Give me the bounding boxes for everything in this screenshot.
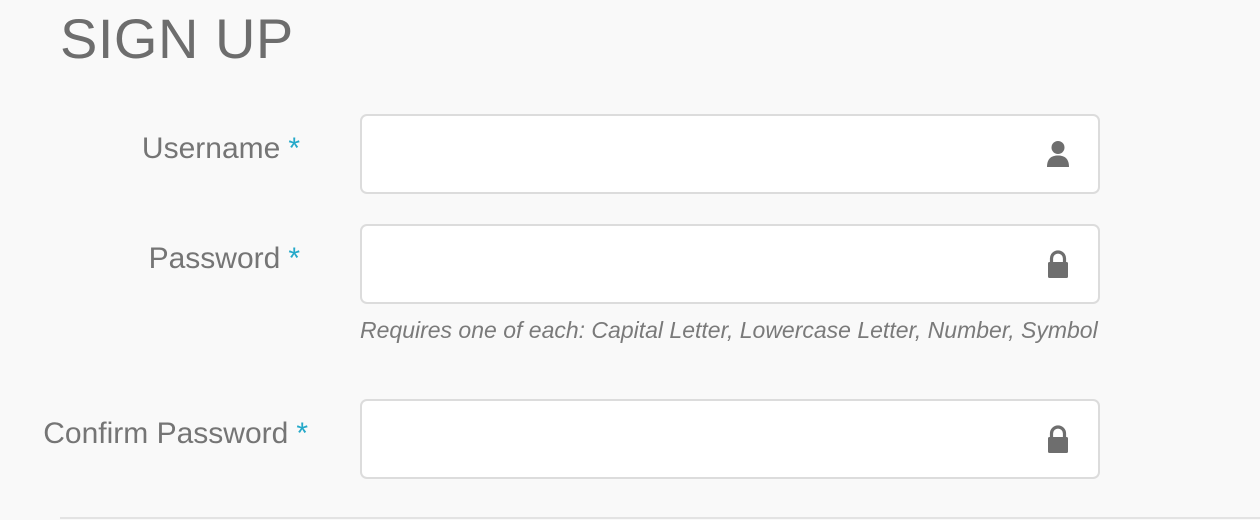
username-label-text: Username — [141, 132, 281, 165]
page-title: SIGN UP — [60, 7, 294, 70]
username-label: Username * — [142, 129, 300, 169]
username-row: Username * — [0, 114, 1260, 194]
password-label: Password * — [149, 239, 300, 279]
password-input[interactable] — [362, 226, 1098, 302]
confirm-password-label-text: Confirm Password — [43, 417, 289, 450]
username-input[interactable] — [362, 116, 1098, 192]
password-label-text: Password — [148, 242, 281, 275]
required-asterisk: * — [288, 132, 300, 165]
confirm-password-field-wrapper — [360, 399, 1100, 479]
password-requirements-hint: Requires one of each: Capital Letter, Lo… — [360, 317, 1098, 343]
confirm-password-row: Confirm Password * — [0, 399, 1260, 479]
required-asterisk: * — [296, 417, 308, 450]
lock-icon — [1048, 250, 1068, 278]
user-icon — [1047, 141, 1069, 167]
required-asterisk: * — [288, 242, 300, 275]
password-row: Password * Requires one of each: Capital … — [0, 224, 1260, 344]
section-divider — [60, 517, 1260, 519]
confirm-password-input[interactable] — [362, 401, 1098, 477]
password-field-wrapper — [360, 224, 1100, 304]
lock-icon — [1048, 425, 1068, 453]
confirm-password-label: Confirm Password * — [43, 414, 308, 454]
username-field-wrapper — [360, 114, 1100, 194]
